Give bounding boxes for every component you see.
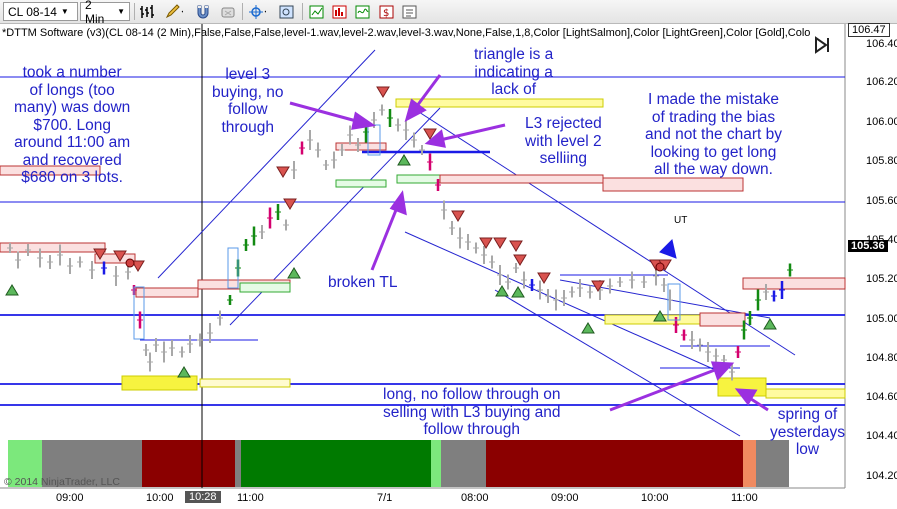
properties-icon[interactable] <box>401 2 419 21</box>
buy-signal-marker <box>581 322 595 334</box>
sell-signal-marker <box>509 240 523 252</box>
annotation-l3-rejected: L3 rejected with level 2 selliing <box>525 115 602 167</box>
time-axis-label: 10:00 <box>641 492 669 504</box>
annotation-triangle: triangle is a indicating a lack of <box>474 46 554 98</box>
price-axis-label: 104.20 <box>866 470 897 482</box>
alert-dot-marker <box>125 258 135 268</box>
chart-toolbar: CL 08-14 ▼ 2 Min ▼ $ <box>0 0 897 26</box>
annotation-mistake: I made the mistake of trading the bias a… <box>645 91 783 178</box>
instrument-label: CL 08-14 <box>8 4 57 19</box>
interval-selector[interactable]: 2 Min ▼ <box>80 0 130 26</box>
sell-signal-marker <box>276 166 290 178</box>
annotation-spring: spring of yesterdays low <box>770 406 845 458</box>
price-axis-label: 104.60 <box>866 391 897 403</box>
crosshair-icon[interactable] <box>248 2 266 21</box>
price-axis-label: 104.40 <box>866 430 897 442</box>
bar-chart-icon[interactable] <box>331 2 349 21</box>
sell-signal-marker <box>283 198 297 210</box>
time-axis-label: 11:00 <box>237 492 264 504</box>
last-price-tag: 105.36 <box>848 240 888 252</box>
annotation-broken-tl: broken TL <box>328 274 398 291</box>
time-axis-label: 09:00 <box>56 492 84 504</box>
buy-signal-marker <box>763 318 777 330</box>
buy-signal-marker <box>495 285 509 297</box>
price-axis-label: 104.80 <box>866 352 897 364</box>
annotation-level3: level 3 buying, no follow through <box>212 66 284 136</box>
strategy-icon[interactable]: $ <box>378 2 396 21</box>
chevron-down-icon: ▼ <box>60 7 69 16</box>
data-box-icon[interactable] <box>308 2 326 21</box>
time-axis-label: 08:00 <box>461 492 489 504</box>
instrument-selector[interactable]: CL 08-14 ▼ <box>3 2 78 21</box>
buy-signal-marker <box>511 286 525 298</box>
eraser-icon[interactable] <box>219 2 237 21</box>
toolbar-separator <box>302 3 303 20</box>
zoom-icon[interactable] <box>278 2 296 21</box>
sell-signal-marker <box>493 237 507 249</box>
time-axis-cursor-label: 10:28 <box>185 491 221 503</box>
upthrust-label: UT <box>674 215 688 226</box>
price-axis-label: 105.20 <box>866 273 897 285</box>
buy-signal-marker <box>5 284 19 296</box>
time-axis-label: 09:00 <box>551 492 579 504</box>
svg-text:$: $ <box>383 8 389 19</box>
magnet-icon[interactable] <box>194 2 212 21</box>
bias-strip <box>8 440 789 487</box>
price-axis-label: 105.60 <box>866 195 897 207</box>
time-axis-label: 10:00 <box>146 492 174 504</box>
buy-signal-marker <box>287 267 301 279</box>
sell-signal-marker <box>376 86 390 98</box>
indicator-parameters: *DTTM Software (v3)(CL 08-14 (2 Min),Fal… <box>2 27 811 39</box>
price-axis-label: 105.80 <box>866 155 897 167</box>
pencil-draw-icon[interactable] <box>165 2 183 21</box>
price-axis-label: 106.20 <box>866 76 897 88</box>
chart-play-control[interactable] <box>815 36 829 54</box>
toolbar-separator <box>134 3 135 20</box>
alert-dot-marker <box>655 262 665 272</box>
buy-signal-marker <box>177 366 191 378</box>
price-axis-label: 106.00 <box>866 116 897 128</box>
chevron-down-icon: ▼ <box>117 7 125 16</box>
time-axis-label: 11:00 <box>731 492 758 504</box>
annotation-long-no-follow: long, no follow through on selling with … <box>383 386 561 438</box>
price-axis-label: 105.00 <box>866 313 897 325</box>
copyright-text: © 2014 NinjaTrader, LLC <box>4 476 120 488</box>
time-axis-label: 7/1 <box>377 492 393 504</box>
bar-type-icon[interactable] <box>139 2 157 21</box>
sell-signal-marker <box>451 210 465 222</box>
toolbar-separator <box>242 3 243 20</box>
interval-label: 2 Min <box>85 0 105 26</box>
price-axis-label: 106.40 <box>866 38 897 50</box>
annotation-longs: took a number of longs (too many) was do… <box>14 64 131 186</box>
price-axis-high-tag: 106.47 <box>848 23 890 37</box>
buy-signal-marker <box>397 154 411 166</box>
sell-signal-marker <box>479 237 493 249</box>
indicator-icon[interactable] <box>354 2 372 21</box>
